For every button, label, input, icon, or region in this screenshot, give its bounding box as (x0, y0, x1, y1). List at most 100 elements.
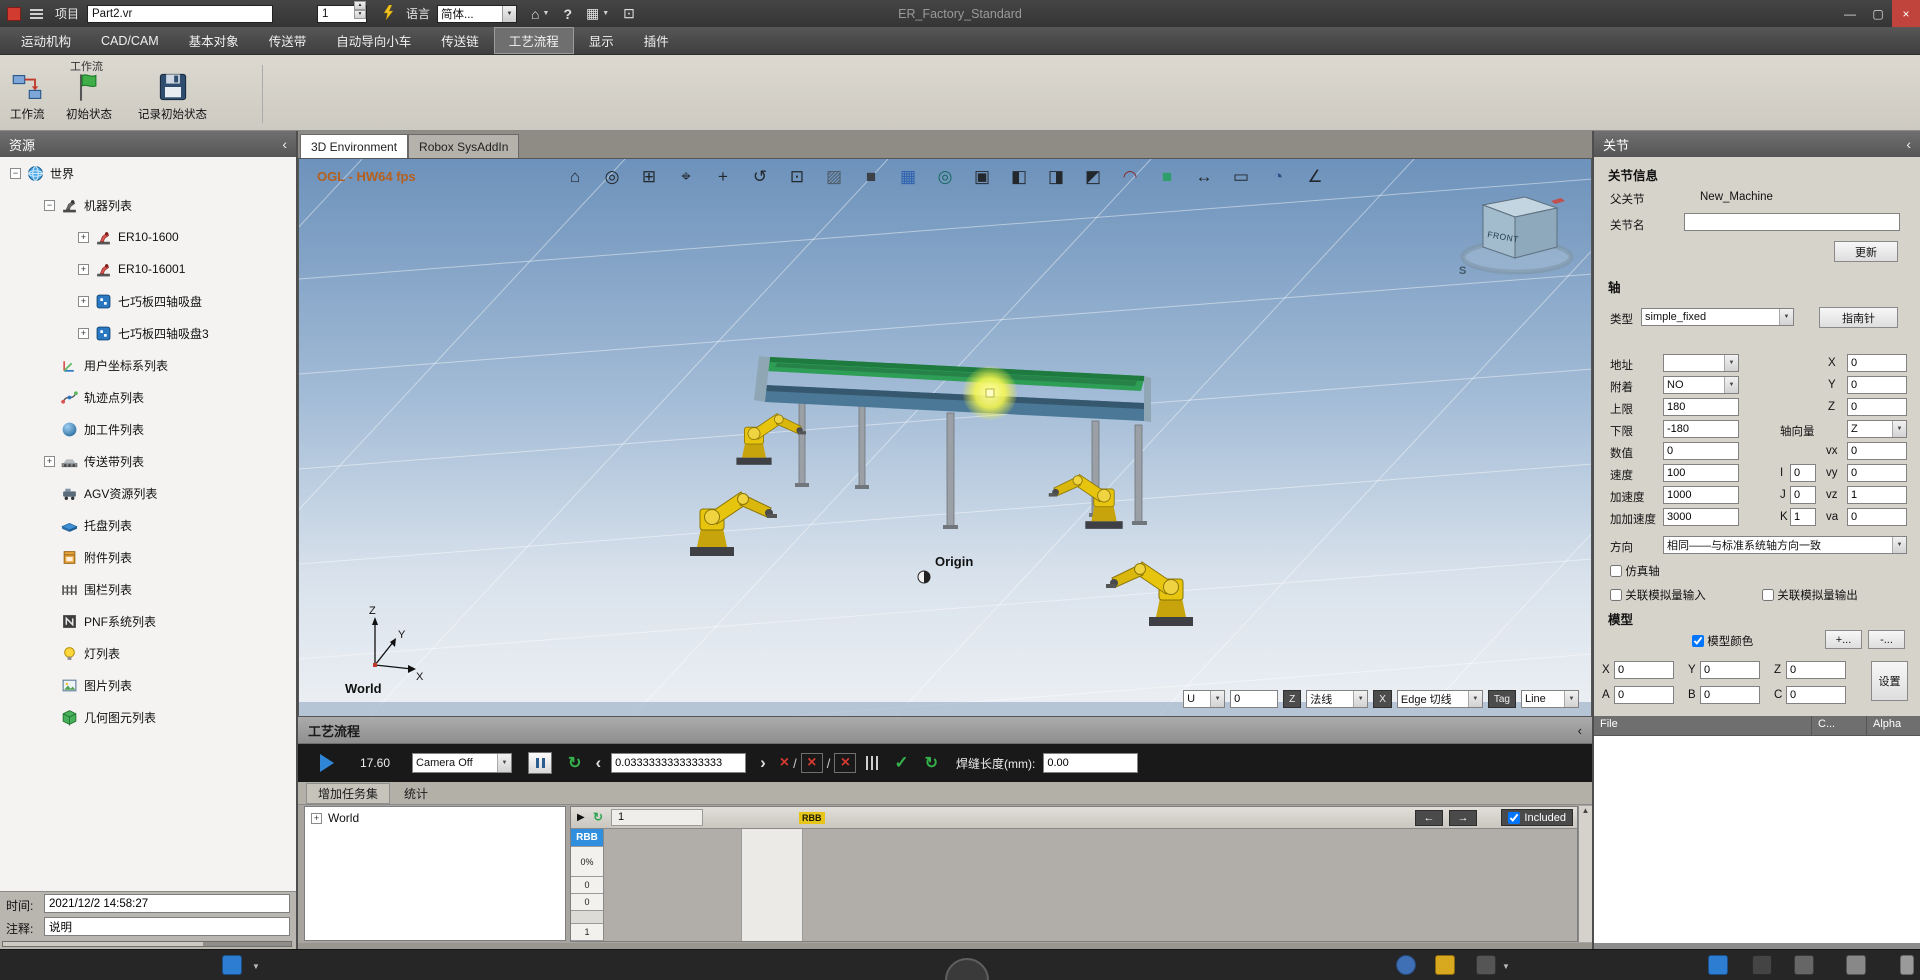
tree-expander[interactable]: + (78, 328, 89, 339)
measure-box-icon[interactable]: ▭ (1228, 164, 1254, 190)
tree-item[interactable]: +加工件列表 (0, 413, 296, 445)
pan-icon[interactable]: + (710, 164, 736, 190)
analog-out-toggle[interactable]: 关联模拟量输出 (1762, 587, 1858, 603)
timeline-body[interactable]: RBB0%001 (571, 829, 1577, 941)
tree-item[interactable]: +七巧板四轴吸盘 (0, 285, 296, 317)
time-field[interactable] (44, 894, 290, 913)
timeline-cell[interactable]: 0 (571, 894, 603, 911)
delete-icon[interactable]: × (780, 754, 789, 772)
tree-expander[interactable]: + (78, 232, 89, 243)
tree-item[interactable]: −机器列表 (0, 189, 296, 221)
tree-item[interactable]: +几何图元列表 (0, 701, 296, 733)
tree-item[interactable]: +托盘列表 (0, 509, 296, 541)
tree-expander[interactable]: − (44, 200, 55, 211)
confirm-check-icon[interactable]: ✓ (894, 753, 908, 773)
shade-dark-icon[interactable]: ■ (858, 164, 884, 190)
pose-y-field[interactable] (1700, 661, 1760, 679)
gauge-icon[interactable]: ◔ (1265, 164, 1291, 190)
tab-3d-environment[interactable]: 3D Environment (300, 134, 408, 158)
tree-item[interactable]: +灯列表 (0, 637, 296, 669)
tree-expander[interactable]: + (78, 296, 89, 307)
process-tree-root[interactable]: + World (311, 811, 559, 825)
apps-caret-icon[interactable]: ▼ (602, 10, 609, 17)
tab-robox-sysaddin[interactable]: Robox SysAddIn (408, 134, 519, 158)
taskbar-brush-icon[interactable] (1435, 955, 1455, 975)
tree-item[interactable]: +ER10-1600 (0, 221, 296, 253)
collapse-process-icon[interactable]: ‹ (1578, 723, 1582, 738)
file-list[interactable] (1594, 735, 1920, 943)
taskbar-windows-caret-icon[interactable]: ▼ (1502, 962, 1510, 971)
home-icon[interactable]: ⌂ (531, 6, 539, 22)
taskbar-grid-icon[interactable] (1794, 955, 1814, 975)
x-field[interactable] (1847, 354, 1907, 372)
normal-mode-select[interactable]: 法线 ▼ (1306, 690, 1368, 708)
tree-item[interactable]: +传送带列表 (0, 445, 296, 477)
tree-item[interactable]: +用户坐标系列表 (0, 349, 296, 381)
attach-select[interactable]: NO ▼ (1663, 376, 1739, 394)
analog-out-checkbox[interactable] (1762, 589, 1774, 601)
taskbar-monitor-icon[interactable] (1708, 955, 1728, 975)
initial-state-button[interactable]: 初始状态 (66, 71, 112, 122)
tree-item[interactable]: +AGV资源列表 (0, 477, 296, 509)
hatch-icon[interactable]: ▨ (821, 164, 847, 190)
pose-z-field[interactable] (1786, 661, 1846, 679)
set-pose-button[interactable]: 设置 (1871, 661, 1908, 701)
play-button[interactable] (320, 754, 334, 772)
tree-item[interactable]: +图片列表 (0, 669, 296, 701)
scrollbar-thumb[interactable] (3, 942, 203, 946)
window-menu-icon[interactable] (30, 9, 43, 19)
lightning-icon[interactable] (383, 5, 394, 23)
tree-item[interactable]: +七巧板四轴吸盘3 (0, 317, 296, 349)
menu-item-5[interactable]: 自动导向小车 (321, 27, 426, 54)
green-box-icon[interactable]: ■ (1154, 164, 1180, 190)
shade-blue-icon[interactable]: ▦ (895, 164, 921, 190)
upper-limit-field[interactable] (1663, 398, 1739, 416)
menu-item-1[interactable]: 运动机构 (6, 27, 86, 54)
model-color-toggle[interactable]: 模型颜色 (1692, 633, 1753, 649)
vx-field[interactable] (1847, 442, 1907, 460)
lower-limit-field[interactable] (1663, 420, 1739, 438)
time-step-field[interactable] (611, 753, 746, 773)
menu-item-4[interactable]: 传送带 (254, 27, 322, 54)
included-toggle[interactable]: Included (1501, 809, 1573, 826)
loop-refresh-icon[interactable]: ↻ (568, 753, 581, 773)
direction-select[interactable]: 相同——与标准系统轴方向一致 ▼ (1663, 536, 1907, 554)
monitor-icon[interactable]: ⊡ (623, 5, 635, 22)
tab-add-task-set[interactable]: 增加任务集 (306, 783, 390, 804)
menu-item-7[interactable]: 工艺流程 (494, 27, 574, 54)
angle-icon[interactable]: ∠ (1302, 164, 1328, 190)
close-button[interactable]: × (1892, 0, 1920, 27)
timeline-scrollbar[interactable]: ▲ (1578, 806, 1592, 942)
add-model-button[interactable]: +... (1825, 630, 1862, 649)
pause-button[interactable] (528, 752, 552, 774)
home-caret-icon[interactable]: ▼ (543, 10, 550, 17)
zoom-window-icon[interactable]: ⊞ (636, 164, 662, 190)
analog-in-toggle[interactable]: 关联模拟量输入 (1610, 587, 1706, 603)
pose-a-field[interactable] (1614, 686, 1674, 704)
compass-button[interactable]: 指南针 (1819, 307, 1898, 328)
weld-length-field[interactable] (1043, 753, 1138, 773)
k-field[interactable] (1790, 508, 1816, 526)
scroll-left-button[interactable]: ← (1415, 810, 1443, 826)
speed-field[interactable] (1663, 464, 1739, 482)
3d-scene[interactable]: Origin Z Y X World (299, 159, 1592, 717)
tree-item[interactable]: +ER10-16001 (0, 253, 296, 285)
rbb-badge[interactable]: RBB (799, 812, 825, 824)
alpha-column[interactable]: Alpha (1867, 716, 1920, 735)
menu-item-2[interactable]: CAD/CAM (86, 27, 174, 54)
timeline-cell[interactable]: 0 (571, 877, 603, 894)
included-checkbox[interactable] (1508, 812, 1520, 824)
value-field[interactable] (1663, 442, 1739, 460)
home-icon[interactable]: ⌂ (562, 164, 588, 190)
collapse-right-icon[interactable]: ‹ (1906, 136, 1911, 152)
y-field[interactable] (1847, 376, 1907, 394)
tree-expander[interactable]: + (78, 264, 89, 275)
measure-distance-icon[interactable]: ↔ (1191, 164, 1217, 190)
delete-task-button[interactable]: × (801, 753, 823, 773)
help-icon[interactable]: ? (563, 6, 572, 22)
accel-field[interactable] (1663, 486, 1739, 504)
mirror-y-icon[interactable]: ◨ (1043, 164, 1069, 190)
menu-item-6[interactable]: 传送链 (426, 27, 494, 54)
offset-field[interactable] (1230, 690, 1278, 708)
fit-icon[interactable]: ⊡ (784, 164, 810, 190)
